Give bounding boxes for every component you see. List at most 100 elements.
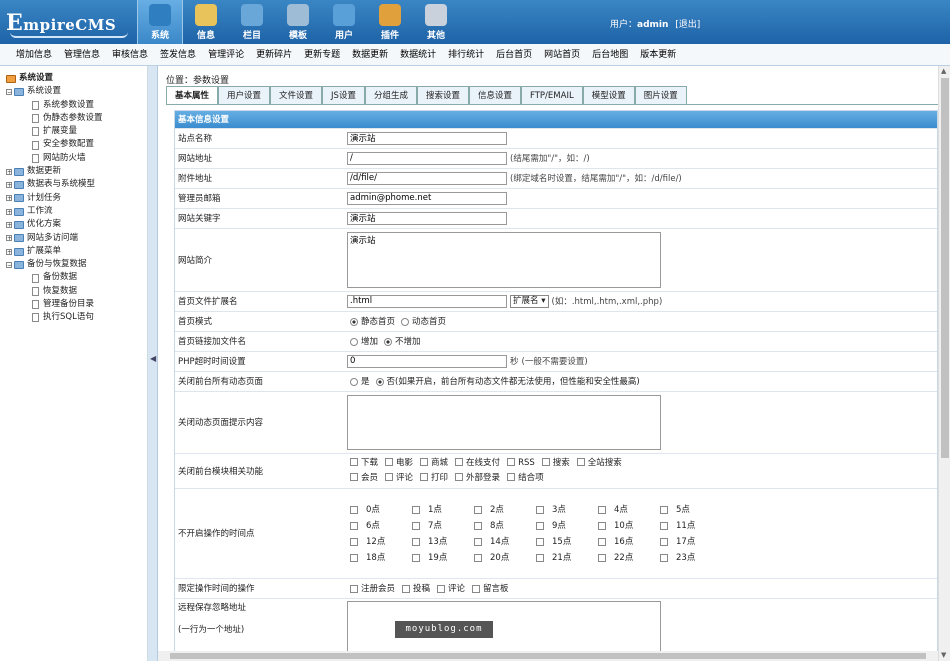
tree-item[interactable]: + 数据表与系统模型 — [6, 178, 147, 191]
subnav-item[interactable]: 数据更新 — [346, 44, 394, 65]
hour-checkbox[interactable] — [660, 537, 668, 546]
hour-checkbox[interactable] — [660, 521, 668, 530]
tree-item[interactable]: + 优化方案 — [6, 218, 147, 231]
hour-checkbox[interactable] — [598, 537, 606, 546]
no-filename-radio[interactable] — [384, 337, 393, 346]
hour-checkbox[interactable] — [598, 505, 606, 514]
sidebar-toggle[interactable]: ◀ — [148, 66, 158, 661]
hour-checkbox[interactable] — [536, 537, 544, 546]
horizontal-scrollbar[interactable] — [158, 651, 938, 661]
subnav-item[interactable]: 管理信息 — [58, 44, 106, 65]
limited-op-checkbox[interactable] — [437, 584, 446, 593]
hour-checkbox[interactable] — [412, 537, 420, 546]
tab-7[interactable]: FTP/EMAIL — [521, 86, 583, 104]
module-checkbox[interactable] — [455, 458, 464, 466]
expand-icon[interactable]: + — [6, 182, 12, 189]
attach-url-input[interactable] — [347, 171, 507, 185]
tab-0[interactable]: 基本属性 — [166, 86, 219, 104]
hour-checkbox[interactable] — [412, 505, 420, 514]
tab-3[interactable]: JS设置 — [322, 86, 365, 104]
nav-item-4[interactable]: 用户 — [321, 0, 367, 44]
static-index-radio[interactable] — [350, 317, 358, 326]
tree-item[interactable]: − 备份与恢复数据 — [6, 258, 147, 271]
nav-item-0[interactable]: 系统 — [137, 0, 183, 44]
expand-icon[interactable]: + — [6, 235, 12, 242]
tree-item[interactable]: − 系统设置 — [6, 85, 147, 98]
close-dynamic-no-radio[interactable] — [375, 377, 384, 386]
tree-item[interactable]: + 扩展菜单 — [6, 245, 147, 258]
module-checkbox[interactable] — [350, 458, 358, 466]
nav-item-1[interactable]: 信息 — [183, 0, 229, 44]
nav-item-6[interactable]: 其他 — [413, 0, 459, 44]
tree-item[interactable]: 系统设置 — [6, 72, 147, 85]
admin-email-input[interactable] — [347, 191, 507, 205]
hscroll-thumb[interactable] — [170, 653, 926, 659]
subnav-item[interactable]: 签发信息 — [154, 44, 202, 65]
limited-op-checkbox[interactable] — [472, 584, 481, 593]
collapse-icon[interactable]: − — [6, 261, 12, 268]
tree-item[interactable]: 安全参数配置 — [6, 138, 147, 151]
subnav-item[interactable]: 更新碎片 — [250, 44, 298, 65]
module-checkbox[interactable] — [576, 458, 585, 466]
tree-item[interactable]: 网站防火墙 — [6, 152, 147, 165]
hour-checkbox[interactable] — [536, 505, 544, 514]
tree-item[interactable]: 执行SQL语句 — [6, 311, 147, 324]
limited-op-checkbox[interactable] — [402, 584, 411, 593]
site-url-input[interactable] — [347, 151, 507, 165]
hour-checkbox[interactable] — [350, 537, 358, 546]
hour-checkbox[interactable] — [412, 521, 420, 530]
module-checkbox[interactable] — [385, 458, 394, 466]
hour-checkbox[interactable] — [412, 553, 420, 562]
module-checkbox[interactable] — [420, 458, 429, 466]
tree-item[interactable]: + 数据更新 — [6, 165, 147, 178]
expand-icon[interactable]: + — [6, 195, 12, 202]
hour-checkbox[interactable] — [474, 505, 482, 514]
expand-icon[interactable]: + — [6, 221, 12, 228]
hour-checkbox[interactable] — [474, 521, 482, 530]
hour-checkbox[interactable] — [660, 553, 668, 562]
module-checkbox[interactable] — [541, 458, 550, 466]
logout-link[interactable]: [退出] — [675, 20, 700, 30]
module-checkbox[interactable] — [350, 473, 358, 481]
nav-item-2[interactable]: 栏目 — [229, 0, 275, 44]
subnav-item[interactable]: 网站首页 — [538, 44, 586, 65]
subnav-item[interactable]: 后台地图 — [586, 44, 634, 65]
intro-textarea[interactable]: 演示站 — [347, 231, 661, 288]
expand-icon[interactable]: + — [6, 168, 12, 175]
tab-6[interactable]: 信息设置 — [468, 86, 521, 104]
breadcrumb-link[interactable]: 参数设置 — [193, 76, 229, 86]
hour-checkbox[interactable] — [660, 505, 668, 514]
scroll-up-icon[interactable]: ▲ — [941, 67, 946, 75]
tree-item[interactable]: 备份数据 — [6, 271, 147, 284]
hour-checkbox[interactable] — [536, 553, 544, 562]
scroll-thumb[interactable] — [941, 78, 949, 458]
hour-checkbox[interactable] — [350, 505, 358, 514]
index-ext-input[interactable] — [347, 294, 507, 308]
expand-icon[interactable]: + — [6, 248, 12, 255]
tab-5[interactable]: 搜索设置 — [416, 86, 469, 104]
scroll-down-icon[interactable]: ▼ — [941, 651, 946, 659]
subnav-item[interactable]: 排行统计 — [442, 44, 490, 65]
vertical-scrollbar[interactable]: ▲ ▼ — [938, 66, 950, 661]
subnav-item[interactable]: 后台首页 — [490, 44, 538, 65]
subnav-item[interactable]: 更新专题 — [298, 44, 346, 65]
hour-checkbox[interactable] — [350, 553, 358, 562]
collapse-icon[interactable]: − — [6, 88, 12, 95]
hour-checkbox[interactable] — [598, 553, 606, 562]
hour-checkbox[interactable] — [598, 521, 606, 530]
hour-checkbox[interactable] — [474, 553, 482, 562]
limited-op-checkbox[interactable] — [350, 584, 358, 593]
subnav-item[interactable]: 版本更新 — [634, 44, 682, 65]
keywords-input[interactable] — [347, 211, 507, 225]
site-name-input[interactable] — [347, 131, 507, 145]
module-checkbox[interactable] — [385, 473, 394, 481]
tab-2[interactable]: 文件设置 — [270, 86, 323, 104]
close-message-textarea[interactable] — [347, 394, 661, 450]
dynamic-index-radio[interactable] — [401, 317, 410, 326]
module-checkbox[interactable] — [455, 473, 464, 481]
tab-1[interactable]: 用户设置 — [218, 86, 271, 104]
tab-8[interactable]: 模型设置 — [582, 86, 635, 104]
module-checkbox[interactable] — [507, 458, 516, 466]
tab-4[interactable]: 分组生成 — [364, 86, 417, 104]
php-timeout-input[interactable] — [347, 354, 507, 368]
